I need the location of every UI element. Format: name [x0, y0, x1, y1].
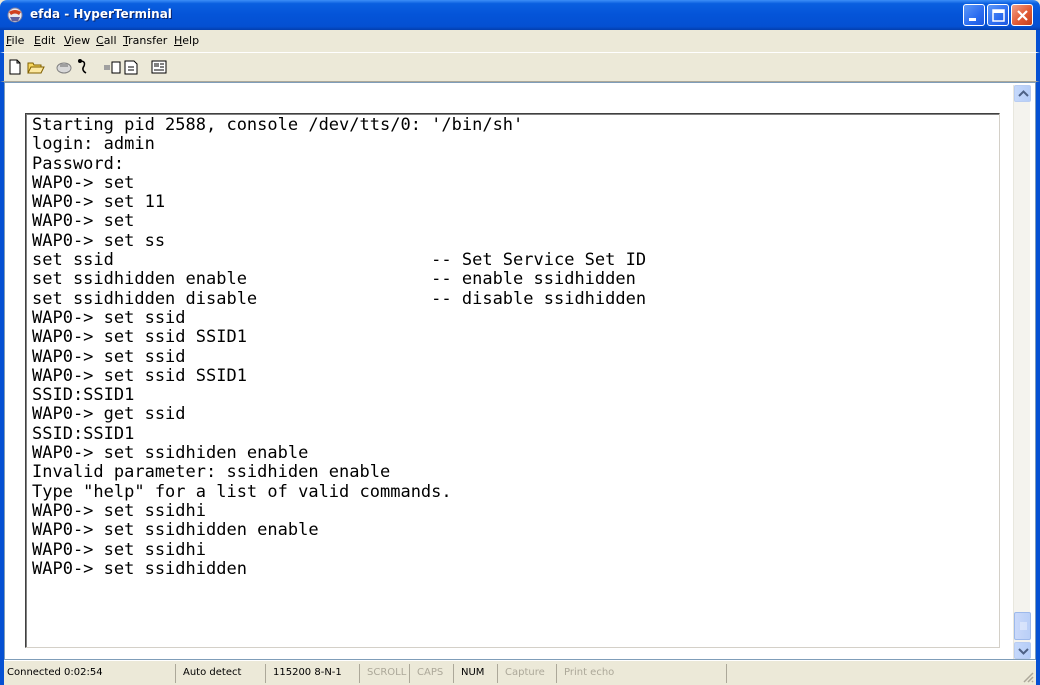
menu-bar: File Edit View Call Transfer Help	[0, 30, 1040, 52]
status-scroll: SCROLL	[364, 664, 410, 683]
status-port-settings: 115200 8-N-1	[270, 664, 360, 683]
terminal-line: WAP0-> set ssidhi	[32, 500, 206, 521]
terminal-line: WAP0-> set ssidhi	[32, 539, 206, 560]
resize-grip-icon[interactable]	[1022, 671, 1034, 683]
terminal-line: WAP0-> set 11	[32, 192, 166, 213]
maximize-icon	[992, 9, 1005, 22]
receive-icon	[124, 60, 138, 75]
status-detect: Auto detect	[180, 664, 266, 683]
terminal-line: login: admin	[32, 134, 155, 155]
terminal-line: SSID:SSID1	[32, 385, 135, 406]
terminal-line: Starting pid 2588, console /dev/tts/0: '…	[32, 115, 524, 135]
window-title: efda - HyperTerminal	[30, 7, 172, 21]
status-caps: CAPS	[414, 664, 454, 683]
menu-call[interactable]: Call	[96, 34, 117, 47]
grip-lines-icon	[1020, 622, 1027, 630]
terminal-line: SSID:SSID1	[32, 423, 135, 444]
terminal-line: set ssidhidden enable -- enable ssidhidd…	[32, 269, 636, 290]
terminal-line: Invalid parameter: ssidhiden enable	[32, 462, 391, 483]
title-bar[interactable]: efda - HyperTerminal	[0, 0, 1040, 30]
send-icon	[104, 61, 121, 74]
arrow-up-icon	[1018, 90, 1029, 97]
properties-icon	[151, 60, 167, 74]
close-button[interactable]	[1011, 4, 1033, 26]
terminal-line: Type "help" for a list of valid commands…	[32, 481, 452, 502]
terminal-line: Password:	[32, 153, 125, 174]
menu-transfer[interactable]: Transfer	[123, 34, 167, 47]
terminal-output: Starting pid 2588, console /dev/tts/0: '…	[32, 115, 647, 579]
terminal-line: WAP0-> set ssid SSID1	[32, 365, 247, 386]
connect-icon	[56, 62, 72, 74]
disconnect-icon	[78, 59, 87, 74]
terminal-line: WAP0-> set ssidhiden enable	[32, 443, 309, 464]
terminal-line: set ssidhidden disable -- disable ssidhi…	[32, 288, 647, 309]
menu-edit[interactable]: Edit	[34, 34, 55, 47]
scroll-up-button[interactable]	[1014, 85, 1031, 102]
new-icon	[9, 59, 21, 75]
terminal-line: WAP0-> set ssidhidden enable	[32, 520, 319, 541]
terminal-line: WAP0-> set	[32, 211, 135, 232]
send-button[interactable]	[102, 58, 122, 76]
minimize-icon	[969, 18, 976, 21]
terminal-screen[interactable]: Starting pid 2588, console /dev/tts/0: '…	[25, 113, 1000, 648]
window-frame-right	[1036, 82, 1040, 685]
scroll-thumb[interactable]	[1014, 612, 1031, 640]
toolbar	[0, 52, 1040, 82]
scroll-down-button[interactable]	[1014, 642, 1031, 659]
terminal-line: WAP0-> set	[32, 172, 135, 193]
terminal-client-area: Starting pid 2588, console /dev/tts/0: '…	[4, 82, 1036, 660]
terminal-line: WAP0-> set ssid	[32, 307, 186, 328]
status-bar: Connected 0:02:54 Auto detect 115200 8-N…	[4, 660, 1036, 685]
terminal-line: WAP0-> set ss	[32, 230, 166, 251]
status-connected: Connected 0:02:54	[4, 664, 176, 683]
new-button[interactable]	[6, 58, 26, 76]
status-num: NUM	[458, 664, 498, 683]
open-button[interactable]	[26, 58, 46, 76]
properties-button[interactable]	[150, 58, 170, 76]
open-icon	[27, 62, 45, 74]
terminal-line: WAP0-> get ssid	[32, 404, 186, 425]
minimize-button[interactable]	[963, 4, 985, 26]
maximize-button[interactable]	[987, 4, 1009, 26]
disconnect-button[interactable]	[74, 58, 94, 76]
connect-button[interactable]	[54, 58, 74, 76]
menu-file[interactable]: File	[6, 34, 24, 47]
menu-help[interactable]: Help	[174, 34, 199, 47]
receive-button[interactable]	[122, 58, 142, 76]
status-print-echo: Print echo	[561, 664, 727, 683]
terminal-line: WAP0-> set ssidhidden	[32, 558, 247, 579]
menu-view[interactable]: View	[64, 34, 90, 47]
status-capture: Capture	[502, 664, 557, 683]
terminal-line: WAP0-> set ssid	[32, 346, 186, 367]
terminal-line: set ssid -- Set Service Set ID	[32, 250, 647, 271]
terminal-line: WAP0-> set ssid SSID1	[32, 327, 247, 348]
close-icon	[1017, 10, 1028, 21]
vertical-scrollbar[interactable]	[1013, 85, 1031, 659]
hyperterminal-icon[interactable]	[6, 6, 24, 24]
arrow-down-icon	[1018, 648, 1029, 655]
